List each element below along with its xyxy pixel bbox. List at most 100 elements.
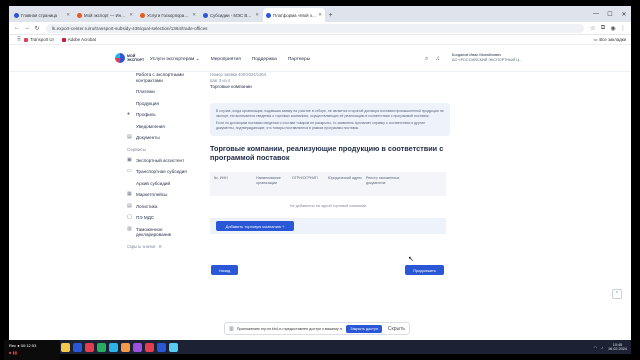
sidebar-item[interactable]: Платежи <box>127 89 199 95</box>
taskbar-app-icon[interactable] <box>109 342 118 352</box>
sidebar-item[interactable]: ▥ Таможенное декларирование <box>127 225 199 238</box>
sidebar-item[interactable]: Архив субсидий <box>127 181 199 187</box>
sidebar-item[interactable]: Уведомления <box>127 124 199 130</box>
taskbar-app-icon[interactable] <box>85 342 94 352</box>
menu-dots-icon[interactable]: ⋮ <box>618 25 628 32</box>
sidebar-item-label: Экспортный ассистент <box>136 157 185 163</box>
sidebar-section-label: Сервисы <box>127 146 147 152</box>
taskbar-app-icon[interactable] <box>121 342 130 352</box>
collapse-icon: ⊖ <box>158 243 162 249</box>
taskbar-app-icon[interactable] <box>61 342 70 352</box>
clock[interactable]: 10:45 16.02.2024 <box>608 343 627 352</box>
stop-sharing-button[interactable]: Закрыть доступ <box>346 324 382 333</box>
bookmarks-bar: ⠿ Transport UI Adobe Acrobat ▭ Все закла… <box>9 35 631 45</box>
reload-icon[interactable]: ↻ <box>32 25 42 32</box>
column-header: № ИНН <box>214 176 256 192</box>
browser-tab[interactable]: Главная страница ✕ <box>11 8 73 22</box>
bookmark-item[interactable]: Transport UI <box>24 37 54 42</box>
nav-partners[interactable]: Партнеры <box>288 57 310 62</box>
add-company-button[interactable]: Добавить торговую компанию + <box>216 221 294 232</box>
close-tab-icon[interactable]: ✕ <box>318 12 322 18</box>
column-header-number: № <box>214 176 218 181</box>
taskbar-app-icon[interactable] <box>145 342 154 352</box>
sidebar-item[interactable]: ▤ Документы <box>127 134 199 141</box>
sidebar-item[interactable]: ▭ Транспортная субсидия <box>127 168 199 175</box>
close-window-icon[interactable]: ✕ <box>617 11 631 18</box>
recorder-controls[interactable]: ■ ▮▮ <box>9 350 17 355</box>
close-tab-icon[interactable]: ✕ <box>66 12 70 18</box>
taskbar-app-icon[interactable] <box>169 342 178 352</box>
apps-grid-icon[interactable]: ⠿ <box>14 36 24 43</box>
sidebar-item-label: Архив субсидий <box>136 180 171 186</box>
sidebar-item[interactable]: ▤ Логистика <box>127 203 199 210</box>
tab-title: Услуги Госкорпорации. Транспор... <box>147 12 191 18</box>
all-bookmarks[interactable]: ▭ Все закладки <box>593 37 626 43</box>
taskbar-app-icon[interactable] <box>97 342 106 352</box>
taskbar-app-icon[interactable] <box>73 342 82 352</box>
maximize-icon[interactable]: ☐ <box>603 11 617 18</box>
sidebar-item[interactable]: ▣ Экспортный ассистент <box>127 157 199 164</box>
sidebar-item[interactable]: ● Профиль <box>127 111 199 118</box>
column-header-address: Юридический адрес <box>328 176 362 181</box>
tab-title: Субсидии - МЭС Вход <box>210 12 254 18</box>
address-bar-row: ← → ↻ lk.export-center.ru/ru/transport-s… <box>9 22 631 35</box>
collapse-sidebar-button[interactable]: Скрыть значки ⊖ <box>127 244 199 249</box>
step-title: Торговые компании <box>210 84 252 89</box>
sidebar-item-label: Платежи <box>136 89 155 94</box>
bookmark-item[interactable]: Adobe Acrobat <box>61 37 96 42</box>
hide-notification-button[interactable]: Скрыть <box>388 326 405 332</box>
nav-services[interactable]: Услуги экспортерам ⌄ <box>150 57 200 62</box>
bell-icon[interactable]: ♫ <box>435 56 440 63</box>
browser-tab[interactable]: Мой экспорт — Индекс зарубеж...✕ <box>74 8 136 22</box>
continue-button[interactable]: Продолжить <box>405 265 444 275</box>
forward-arrow-icon[interactable]: → <box>22 25 32 31</box>
header-icons: ⌕ ♫ <box>425 56 447 63</box>
back-arrow-icon[interactable]: ← <box>12 25 22 31</box>
taskbar: Поиск ◠ ♪ 10:45 16.02.2024 <box>9 340 631 354</box>
taskbar-app-icon[interactable] <box>157 342 166 352</box>
site-header: МОЙ ЭКСПОРТ Услуги экспортерам ⌄ Меропри… <box>9 46 631 72</box>
sidebar-item[interactable]: Работа с экспортными контрактами <box>127 72 199 83</box>
sidebar-item[interactable]: ▢ ПЭ МДС <box>127 214 199 221</box>
wifi-icon[interactable]: ◠ <box>593 345 597 350</box>
tab-title: Платформа «Мой экспорт» <box>273 12 316 18</box>
extensions-icon[interactable]: ⧉ <box>598 25 608 32</box>
close-tab-icon[interactable]: ✕ <box>129 12 133 18</box>
nav-support[interactable]: Поддержка <box>252 57 277 62</box>
new-tab-icon[interactable]: + <box>326 10 335 22</box>
close-tab-icon[interactable]: ✕ <box>255 12 259 18</box>
taskbar-app-icon[interactable] <box>133 342 142 352</box>
transport-icon: ▭ <box>127 168 132 174</box>
logo-text: МОЙ ЭКСПОРТ <box>127 54 144 62</box>
bookmark-label: Adobe Acrobat <box>67 37 96 42</box>
mds-icon: ▢ <box>127 214 132 220</box>
site-logo[interactable]: МОЙ ЭКСПОРТ <box>115 53 144 63</box>
sidebar-item-label: Уведомления <box>136 123 165 129</box>
browser-tab[interactable]: Услуги Госкорпорации. Транспор...✕ <box>137 8 199 22</box>
volume-icon[interactable]: ♪ <box>601 345 603 350</box>
profile-avatar-icon[interactable]: ◉ <box>608 25 618 32</box>
browser-tab[interactable]: Субсидии - МЭС Вход ✕ <box>200 8 262 22</box>
close-tab-icon[interactable]: ✕ <box>192 12 196 18</box>
main-content: Номер заявки 400/2024/1364 Шаг 3 из 4 То… <box>210 72 450 235</box>
back-button[interactable]: Назад <box>211 265 238 275</box>
url-field[interactable]: lk.export-center.ru/ru/transport-subsidy… <box>46 23 584 33</box>
nav-events[interactable]: Мероприятия <box>211 57 241 62</box>
star-icon[interactable]: ☆ <box>588 25 598 32</box>
sidebar-item[interactable]: ▦ Маркетплейсы <box>127 191 199 198</box>
customs-icon: ▥ <box>127 225 132 232</box>
profile-icon: ● <box>127 111 131 117</box>
column-header-registry: Реестр таможенных документов <box>366 176 400 185</box>
search-icon[interactable]: ⌕ <box>425 56 428 63</box>
recorder-timer: Rec ● 00:12:53 <box>9 343 37 348</box>
user-block[interactable]: Богданов Иван Михайлович АО «РОССИЙСКИЙ … <box>452 53 522 63</box>
info-paragraph: Если по договорам поставки сведения о со… <box>216 121 426 130</box>
taskbar-apps <box>61 342 181 352</box>
screen-recorder-overlay: Rec ● 00:12:53 ■ ▮▮ <box>4 340 60 360</box>
sidebar-item[interactable]: Продукция <box>127 101 199 107</box>
sidebar-item-label: Работа с экспортными контрактами <box>136 72 184 83</box>
scroll-to-top-button[interactable]: ⌃ <box>612 289 622 299</box>
browser-tab[interactable]: Платформа «Мой экспорт»✕ <box>263 8 325 22</box>
minimize-icon[interactable]: — <box>589 11 603 17</box>
sidebar-item-label: Документы <box>136 135 160 140</box>
